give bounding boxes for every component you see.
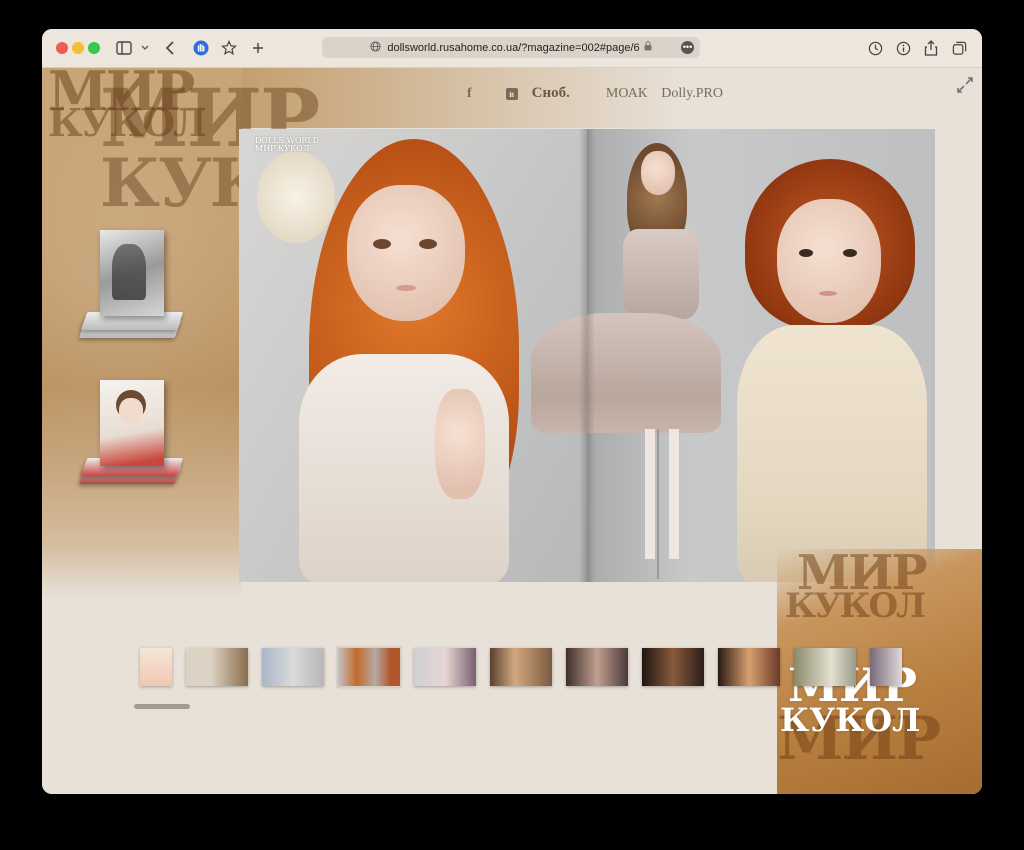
doll-face-middle	[641, 151, 675, 195]
page-thumbnails	[140, 646, 902, 688]
doll-leg-middle-1	[645, 429, 655, 559]
doll-leg-middle-2	[669, 429, 679, 559]
extension-hand-icon[interactable]	[192, 38, 210, 58]
spread-header: DOLLS WORLD МИР КУКОЛ	[255, 137, 319, 153]
minimize-window-button[interactable]	[72, 42, 84, 54]
flower-decor	[257, 151, 335, 243]
thumbnail-page[interactable]	[186, 648, 248, 686]
browser-window: dollsworld.rusahome.co.ua/?magazine=002#…	[42, 29, 982, 794]
page-content: МИР КУКОЛ МИР КУКОЛ f в Сноб. МОАК Dolly…	[42, 64, 982, 794]
thumbnail-page[interactable]	[794, 648, 856, 686]
thumbnail-page[interactable]	[718, 648, 780, 686]
br-logo-bg2: КУКОЛ	[785, 586, 926, 626]
magazine-spread[interactable]: DOLLS WORLD МИР КУКОЛ	[239, 129, 935, 582]
sidebar-icon[interactable]	[114, 38, 134, 58]
doll-dress-right	[737, 325, 927, 582]
doll-face-right	[777, 199, 881, 323]
back-icon[interactable]	[162, 38, 178, 58]
thumbnail-page[interactable]	[566, 648, 628, 686]
lock-icon	[644, 41, 652, 54]
spread-gutter	[579, 129, 595, 582]
more-options-icon[interactable]: •••	[681, 41, 694, 54]
thumbnail-cover[interactable]	[140, 648, 172, 686]
vk-link[interactable]: в	[505, 87, 518, 100]
doll-bodice-middle	[623, 229, 699, 319]
tab-overview-icon[interactable]	[950, 38, 968, 58]
globe-icon	[370, 40, 381, 55]
magazine-cover-2	[100, 380, 164, 466]
bookmark-star-icon[interactable]	[220, 38, 238, 58]
doll-stand	[657, 429, 659, 579]
doll-hand-left	[435, 389, 485, 499]
doll-face-left	[347, 185, 465, 321]
thumbnail-page[interactable]	[870, 648, 902, 686]
thumbnail-page[interactable]	[642, 648, 704, 686]
thumbnail-page[interactable]	[490, 648, 552, 686]
facebook-link[interactable]: f	[467, 86, 472, 102]
doll-skirt-middle	[531, 313, 721, 433]
magazine-cover-1	[100, 230, 164, 316]
br-logo-bg2-text: КУКОЛ	[785, 586, 926, 626]
thumbnail-page[interactable]	[414, 648, 476, 686]
spread-header-line2: МИР КУКОЛ	[255, 144, 310, 153]
address-bar[interactable]: dollsworld.rusahome.co.ua/?magazine=002#…	[322, 37, 700, 58]
page-right[interactable]	[531, 129, 935, 582]
zoom-window-button[interactable]	[88, 42, 100, 54]
thumbnail-scrollbar[interactable]	[134, 704, 190, 709]
thumbnail-page-selected[interactable]	[336, 646, 402, 688]
history-clock-icon[interactable]	[866, 38, 884, 58]
dolly-pro-link[interactable]: Dolly.PRO	[661, 86, 723, 102]
main-logo-line2: КУКОЛ	[780, 701, 921, 740]
new-tab-plus-icon[interactable]	[250, 38, 266, 58]
moak-link[interactable]: МОАК	[606, 86, 647, 102]
chevron-down-icon[interactable]	[140, 38, 150, 58]
close-window-button[interactable]	[56, 42, 68, 54]
snob-link[interactable]: Сноб.	[532, 85, 570, 102]
fullscreen-icon[interactable]	[956, 76, 974, 94]
url-text: dollsworld.rusahome.co.ua/?magazine=002#…	[387, 41, 640, 54]
thumbnail-page[interactable]	[262, 648, 324, 686]
partner-links: f в Сноб. МОАК Dolly.PRO	[467, 85, 723, 102]
share-icon[interactable]	[922, 38, 940, 58]
info-icon[interactable]	[894, 38, 912, 58]
